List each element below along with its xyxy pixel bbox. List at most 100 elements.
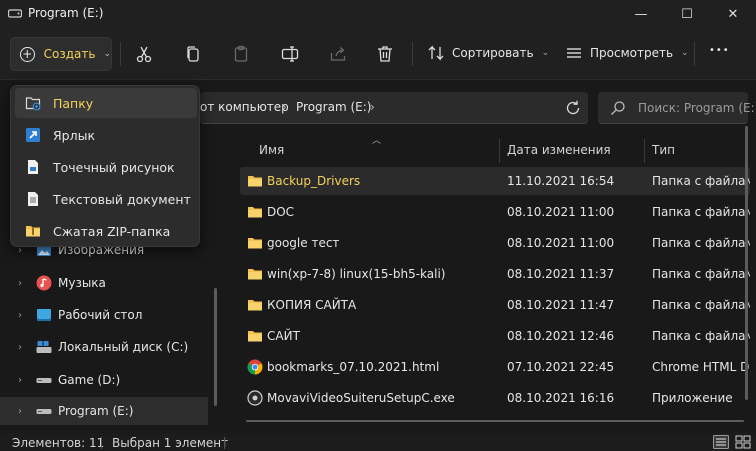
nav-item-label: Рабочий стол (58, 308, 143, 322)
column-header-date[interactable]: Дата изменения (507, 143, 611, 157)
breadcrumb-separator: › (282, 100, 287, 114)
file-type: Папка с файлами (652, 205, 750, 219)
file-name: google тест (267, 236, 340, 250)
nav-item-label: Program (E:) (58, 404, 134, 418)
sort-button[interactable]: Сортировать ⌄ (428, 45, 549, 61)
file-type: Приложение (652, 391, 733, 405)
menu-item-label: Сжатая ZIP-папка (53, 224, 171, 239)
exe-icon (247, 390, 263, 406)
table-row[interactable]: MovaviVideoSuiteruSetupC.exe 08.10.2021 … (240, 384, 750, 412)
close-button[interactable]: ✕ (710, 0, 756, 28)
cut-button[interactable] (134, 44, 154, 64)
table-row[interactable]: КОПИЯ САЙТА 08.10.2021 11:47 Папка с фай… (240, 291, 750, 319)
share-icon (330, 46, 346, 61)
toolbar-divider (694, 42, 695, 66)
delete-button[interactable] (375, 44, 395, 64)
sort-icon (428, 45, 444, 61)
search-box[interactable]: Поиск: Program (E:) (598, 92, 756, 124)
view-label: Просмотреть (590, 46, 674, 60)
breadcrumb-separator: › (370, 100, 375, 114)
refresh-icon[interactable] (564, 99, 582, 117)
file-type: Папка с файлами (652, 174, 750, 188)
tiles-view-icon[interactable] (735, 435, 751, 449)
status-bar: Элементов: 11 Выбран 1 элемент (0, 433, 756, 451)
create-button[interactable]: + Создать ⌄ (10, 37, 112, 71)
chevron-right-icon[interactable]: › (18, 278, 22, 289)
view-button[interactable]: Просмотреть ⌄ (566, 45, 689, 61)
folder-icon (248, 176, 262, 187)
file-list: ︿ Имя Дата изменения Тип Backup_Drivers … (240, 131, 756, 429)
sort-ascending-icon: ︿ (372, 136, 382, 146)
shortcut-icon (26, 128, 40, 142)
drive-d-icon (36, 378, 52, 383)
more-options-button[interactable]: ••• (709, 45, 730, 56)
nav-item-drive-d[interactable]: › Game (D:) (0, 366, 208, 394)
paste-button[interactable] (231, 44, 251, 64)
table-row[interactable]: bookmarks_07.10.2021.html 07.10.2021 22:… (240, 353, 750, 381)
address-bar[interactable]: от компьютер › Program (E:) › (200, 92, 588, 124)
folder-icon (248, 300, 262, 311)
menu-item-folder[interactable]: Папку (15, 88, 197, 118)
menu-item-text-document[interactable]: Текстовый документ (15, 184, 197, 214)
table-row[interactable]: Backup_Drivers 11.10.2021 16:54 Папка с … (240, 167, 750, 195)
file-name: MovaviVideoSuiteruSetupC.exe (267, 391, 455, 405)
window-title: Program (E:) (28, 6, 104, 20)
menu-item-bitmap[interactable]: Точечный рисунок (15, 152, 197, 182)
breadcrumb-program-e[interactable]: Program (E:) (296, 100, 371, 114)
rename-icon (281, 46, 299, 62)
file-date: 08.10.2021 16:16 (507, 391, 615, 405)
minimize-button[interactable]: — (618, 0, 664, 28)
column-divider[interactable] (644, 139, 645, 163)
nav-scrollbar[interactable] (214, 288, 217, 406)
desktop-icon (37, 309, 51, 321)
folder-icon (248, 207, 262, 218)
copy-button[interactable] (183, 44, 203, 64)
item-count: Элементов: 11 (12, 436, 105, 450)
nav-item-desktop[interactable]: › Рабочий стол (0, 301, 208, 329)
chevron-right-icon[interactable]: › (18, 406, 22, 417)
drive-icon (8, 9, 22, 18)
nav-item-drive-c[interactable]: › Локальный диск (C:) (0, 333, 208, 361)
drive-e-icon (36, 409, 52, 414)
search-icon (611, 101, 625, 115)
folder-icon (248, 269, 262, 280)
file-list-horizontal-scrollbar[interactable] (246, 420, 744, 422)
menu-item-zip-folder[interactable]: Сжатая ZIP-папка (15, 216, 197, 246)
plus-circle-icon: + (20, 46, 35, 62)
column-divider[interactable] (499, 139, 500, 163)
toolbar-divider (412, 42, 413, 66)
file-type: Папка с файлами (652, 236, 750, 250)
table-row[interactable]: google тест 08.10.2021 11:00 Папка с фай… (240, 229, 750, 257)
menu-item-label: Ярлык (53, 128, 96, 143)
file-type: Папка с файлами (652, 329, 750, 343)
maximize-button[interactable]: ☐ (664, 0, 710, 28)
toolbar-divider (120, 42, 121, 66)
chevron-right-icon[interactable]: › (18, 310, 22, 321)
table-row[interactable]: win(xp-7-8) linux(15-bh5-kali) 08.10.202… (240, 260, 750, 288)
folder-icon (248, 331, 262, 342)
table-row[interactable]: САЙТ 08.10.2021 12:46 Папка с файлами (240, 322, 750, 350)
nav-item-music[interactable]: › Музыка (0, 269, 208, 297)
rename-button[interactable] (280, 44, 300, 64)
text-document-icon (28, 192, 38, 206)
file-date: 08.10.2021 11:47 (507, 298, 615, 312)
file-type: Папка с файлами (652, 298, 750, 312)
scissors-icon (136, 46, 152, 63)
create-dropdown-menu: Папку Ярлык Точечный рисунок Текстовый д… (10, 85, 200, 247)
view-list-icon (567, 48, 581, 58)
chevron-right-icon[interactable]: › (18, 342, 22, 353)
status-divider (224, 437, 225, 449)
column-header-name[interactable]: Имя (259, 143, 284, 157)
nav-item-drive-e[interactable]: › Program (E:) (0, 397, 208, 425)
file-list-vertical-scrollbar[interactable] (745, 126, 748, 400)
share-button[interactable] (328, 44, 348, 64)
breadcrumb-computer[interactable]: от компьютер (200, 100, 289, 114)
table-row[interactable]: DOC 08.10.2021 11:00 Папка с файлами (240, 198, 750, 226)
file-name: win(xp-7-8) linux(15-bh5-kali) (267, 267, 446, 281)
column-header-type[interactable]: Тип (652, 143, 675, 157)
chevron-down-icon: ⌄ (681, 48, 689, 58)
details-view-icon[interactable] (713, 435, 729, 449)
menu-item-shortcut[interactable]: Ярлык (15, 120, 197, 150)
zip-folder-icon (26, 226, 40, 237)
chevron-right-icon[interactable]: › (18, 375, 22, 386)
